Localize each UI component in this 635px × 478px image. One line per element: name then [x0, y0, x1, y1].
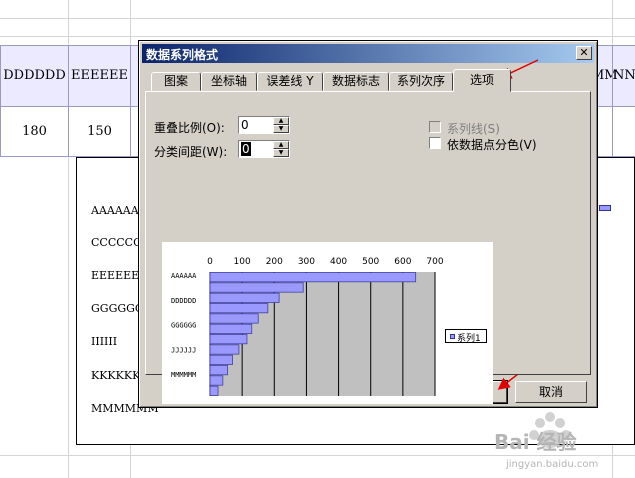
chart-category-label: CCCCCC	[91, 236, 142, 249]
preview-chart-svg: 0 100 200 300 400 500 600 700 AAAAAA DDDDDD GGGGGG…	[171, 257, 444, 396]
tab-patterns[interactable]: 图案	[151, 72, 201, 91]
grid-line	[0, 36, 635, 37]
tab-error-bars[interactable]: 误差线 Y	[257, 72, 323, 91]
overlap-value: 0	[241, 118, 249, 132]
tab-options[interactable]: 选项	[453, 69, 511, 92]
bar	[209, 282, 304, 293]
header-cell-partial[interactable]	[130, 45, 138, 107]
series-lines-label: 系列线(S)	[447, 122, 500, 136]
spin-down-icon[interactable]: ▼	[273, 149, 289, 157]
baidu-watermark: Bai 经验 jingyan.baidu.com	[482, 405, 632, 473]
close-button[interactable]: ✕	[576, 46, 592, 60]
legend-swatch	[450, 334, 455, 339]
x-tick-label: 600	[394, 257, 411, 267]
category-label: DDDDDD	[171, 297, 196, 305]
watermark-text: Bai 经验	[494, 430, 577, 454]
header-cell[interactable]: DDDDDD	[0, 45, 68, 107]
x-tick-label: 700	[426, 257, 443, 267]
category-label: AAAAAA	[171, 272, 197, 280]
chart-category-label: EEEEEE	[91, 269, 140, 282]
bar	[209, 334, 248, 345]
x-tick-label: 0	[207, 257, 213, 267]
series-lines-checkbox[interactable]	[429, 121, 441, 133]
category-label: MMMMMM	[171, 371, 196, 379]
overlap-spinner[interactable]: 0 ▲ ▼	[238, 116, 290, 134]
chart-category-label: IIIIII	[91, 335, 118, 348]
dialog-titlebar[interactable]: 数据系列格式 ✕	[142, 44, 594, 63]
value-cell-partial[interactable]	[130, 107, 138, 157]
x-tick-label: 300	[298, 257, 315, 267]
value-cell[interactable]: 150	[68, 107, 130, 157]
legend-label: 系列1	[457, 334, 481, 344]
options-panel: 重叠比例(O): 0 ▲ ▼ 分类间距(W): 0 ▲ ▼ 系列线(S) 依数据…	[145, 91, 591, 404]
tab-data-labels[interactable]: 数据标志	[323, 72, 389, 91]
bar	[209, 313, 259, 324]
category-label: JJJJJJ	[171, 346, 196, 354]
watermark-logo: Bai 经验 jingyan.baidu.com	[494, 412, 598, 470]
cancel-button[interactable]: 取消	[515, 381, 587, 403]
chart-category-label: KKKKKK	[91, 369, 141, 382]
value-cell-partial[interactable]	[612, 107, 635, 157]
grid-line	[0, 18, 635, 19]
tab-series-order[interactable]: 系列次序	[389, 72, 453, 91]
bar	[209, 385, 219, 396]
overlap-label: 重叠比例(O):	[154, 121, 225, 135]
chart-bar	[599, 205, 611, 211]
vary-colors-checkbox[interactable]	[429, 137, 441, 149]
bar	[209, 365, 229, 376]
x-tick-label: 500	[362, 257, 379, 267]
spin-down-icon[interactable]: ▼	[273, 125, 289, 133]
spin-up-icon[interactable]: ▲	[273, 141, 289, 149]
chart-legend: 系列1	[445, 329, 487, 344]
format-data-series-dialog: 数据系列格式 ✕ 图案 坐标轴 误差线 Y 数据标志 系列次序 选项 重叠比例(…	[138, 40, 598, 408]
value-cell[interactable]: 180	[0, 107, 68, 157]
preview-chart: 0 100 200 300 400 500 600 700 AAAAAA DDDDDD GGGGGG…	[162, 242, 493, 404]
bar	[209, 375, 224, 386]
bar	[209, 323, 253, 334]
header-cell[interactable]: EEEEEE	[68, 45, 130, 107]
close-icon: ✕	[579, 46, 589, 59]
watermark-url: jingyan.baidu.com	[505, 459, 598, 470]
spin-up-icon[interactable]: ▲	[273, 117, 289, 125]
chart-category-label: AAAAAA	[91, 204, 139, 217]
x-tick-label: 400	[330, 257, 347, 267]
bar	[209, 354, 233, 365]
x-tick-label: 200	[266, 257, 283, 267]
header-cell[interactable]: NN	[612, 45, 635, 107]
bar	[209, 292, 280, 303]
gap-width-label: 分类间距(W):	[154, 145, 228, 159]
category-label: GGGGGG	[171, 322, 196, 330]
x-tick-label: 100	[234, 257, 251, 267]
gap-width-value: 0	[241, 142, 251, 156]
gap-width-spinner[interactable]: 0 ▲ ▼	[238, 140, 290, 158]
vary-colors-label: 依数据点分色(V)	[447, 138, 537, 152]
chart-category-label: GGGGGG	[91, 302, 144, 315]
bar	[209, 272, 417, 283]
bar	[209, 303, 269, 314]
tab-axis[interactable]: 坐标轴	[201, 72, 257, 91]
bar	[209, 344, 240, 355]
dialog-title: 数据系列格式	[146, 48, 219, 62]
